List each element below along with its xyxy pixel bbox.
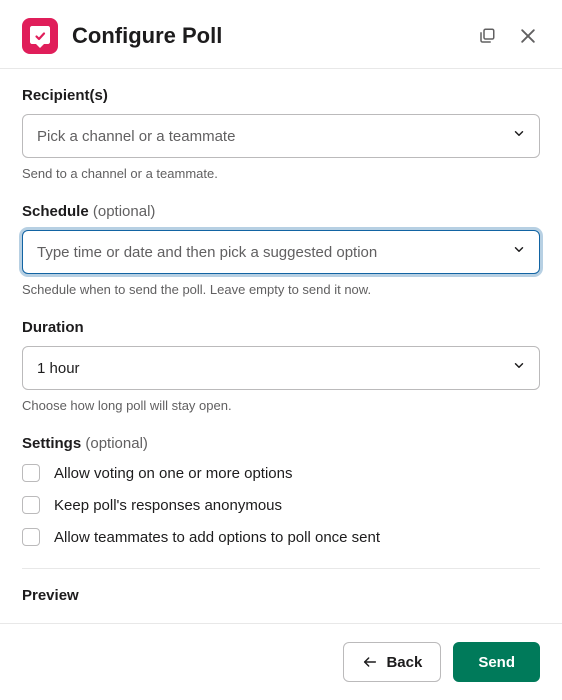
preview-section: Preview bbox=[22, 568, 540, 604]
recipients-select-wrap: Pick a channel or a teammate bbox=[22, 114, 540, 158]
duration-select-wrap: 1 hour bbox=[22, 346, 540, 390]
setting-label: Allow voting on one or more options bbox=[54, 465, 292, 482]
duration-help: Choose how long poll will stay open. bbox=[22, 398, 540, 413]
app-icon bbox=[22, 18, 58, 54]
back-label: Back bbox=[386, 654, 422, 671]
schedule-select[interactable]: Type time or date and then pick a sugges… bbox=[22, 230, 540, 274]
header-actions bbox=[476, 24, 540, 48]
recipients-field: Recipient(s) Pick a channel or a teammat… bbox=[22, 87, 540, 181]
setting-label: Allow teammates to add options to poll o… bbox=[54, 529, 380, 546]
recipients-label: Recipient(s) bbox=[22, 87, 540, 104]
recipients-placeholder: Pick a channel or a teammate bbox=[37, 128, 235, 145]
configure-poll-modal: Configure Poll Recipient(s) Pick bbox=[0, 0, 562, 700]
schedule-field: Schedule (optional) Type time or date an… bbox=[22, 203, 540, 297]
checkbox-icon bbox=[22, 528, 40, 546]
recipients-select[interactable]: Pick a channel or a teammate bbox=[22, 114, 540, 158]
schedule-placeholder: Type time or date and then pick a sugges… bbox=[37, 244, 377, 261]
setting-anonymous[interactable]: Keep poll's responses anonymous bbox=[22, 496, 540, 514]
close-icon bbox=[518, 26, 538, 46]
modal-footer: Back Send bbox=[0, 623, 562, 700]
setting-add-options[interactable]: Allow teammates to add options to poll o… bbox=[22, 528, 540, 546]
settings-list: Allow voting on one or more options Keep… bbox=[22, 464, 540, 546]
setting-label: Keep poll's responses anonymous bbox=[54, 497, 282, 514]
checkbox-icon bbox=[22, 496, 40, 514]
preview-label: Preview bbox=[22, 587, 540, 604]
arrow-left-icon bbox=[362, 654, 378, 670]
setting-multi-vote[interactable]: Allow voting on one or more options bbox=[22, 464, 540, 482]
expand-icon bbox=[478, 27, 496, 45]
modal-content: Recipient(s) Pick a channel or a teammat… bbox=[0, 69, 562, 623]
schedule-label: Schedule (optional) bbox=[22, 203, 540, 220]
expand-button[interactable] bbox=[476, 25, 498, 47]
settings-label: Settings (optional) bbox=[22, 435, 540, 452]
recipients-help: Send to a channel or a teammate. bbox=[22, 166, 540, 181]
send-label: Send bbox=[478, 654, 515, 671]
modal-header: Configure Poll bbox=[0, 0, 562, 68]
settings-field: Settings (optional) Allow voting on one … bbox=[22, 435, 540, 546]
send-button[interactable]: Send bbox=[453, 642, 540, 682]
schedule-help: Schedule when to send the poll. Leave em… bbox=[22, 282, 540, 297]
checkbox-icon bbox=[22, 464, 40, 482]
schedule-select-wrap: Type time or date and then pick a sugges… bbox=[22, 230, 540, 274]
back-button[interactable]: Back bbox=[343, 642, 441, 682]
duration-label: Duration bbox=[22, 319, 540, 336]
duration-value: 1 hour bbox=[37, 360, 80, 377]
duration-field: Duration 1 hour Choose how long poll wil… bbox=[22, 319, 540, 413]
duration-select[interactable]: 1 hour bbox=[22, 346, 540, 390]
close-button[interactable] bbox=[516, 24, 540, 48]
modal-title: Configure Poll bbox=[72, 23, 462, 49]
